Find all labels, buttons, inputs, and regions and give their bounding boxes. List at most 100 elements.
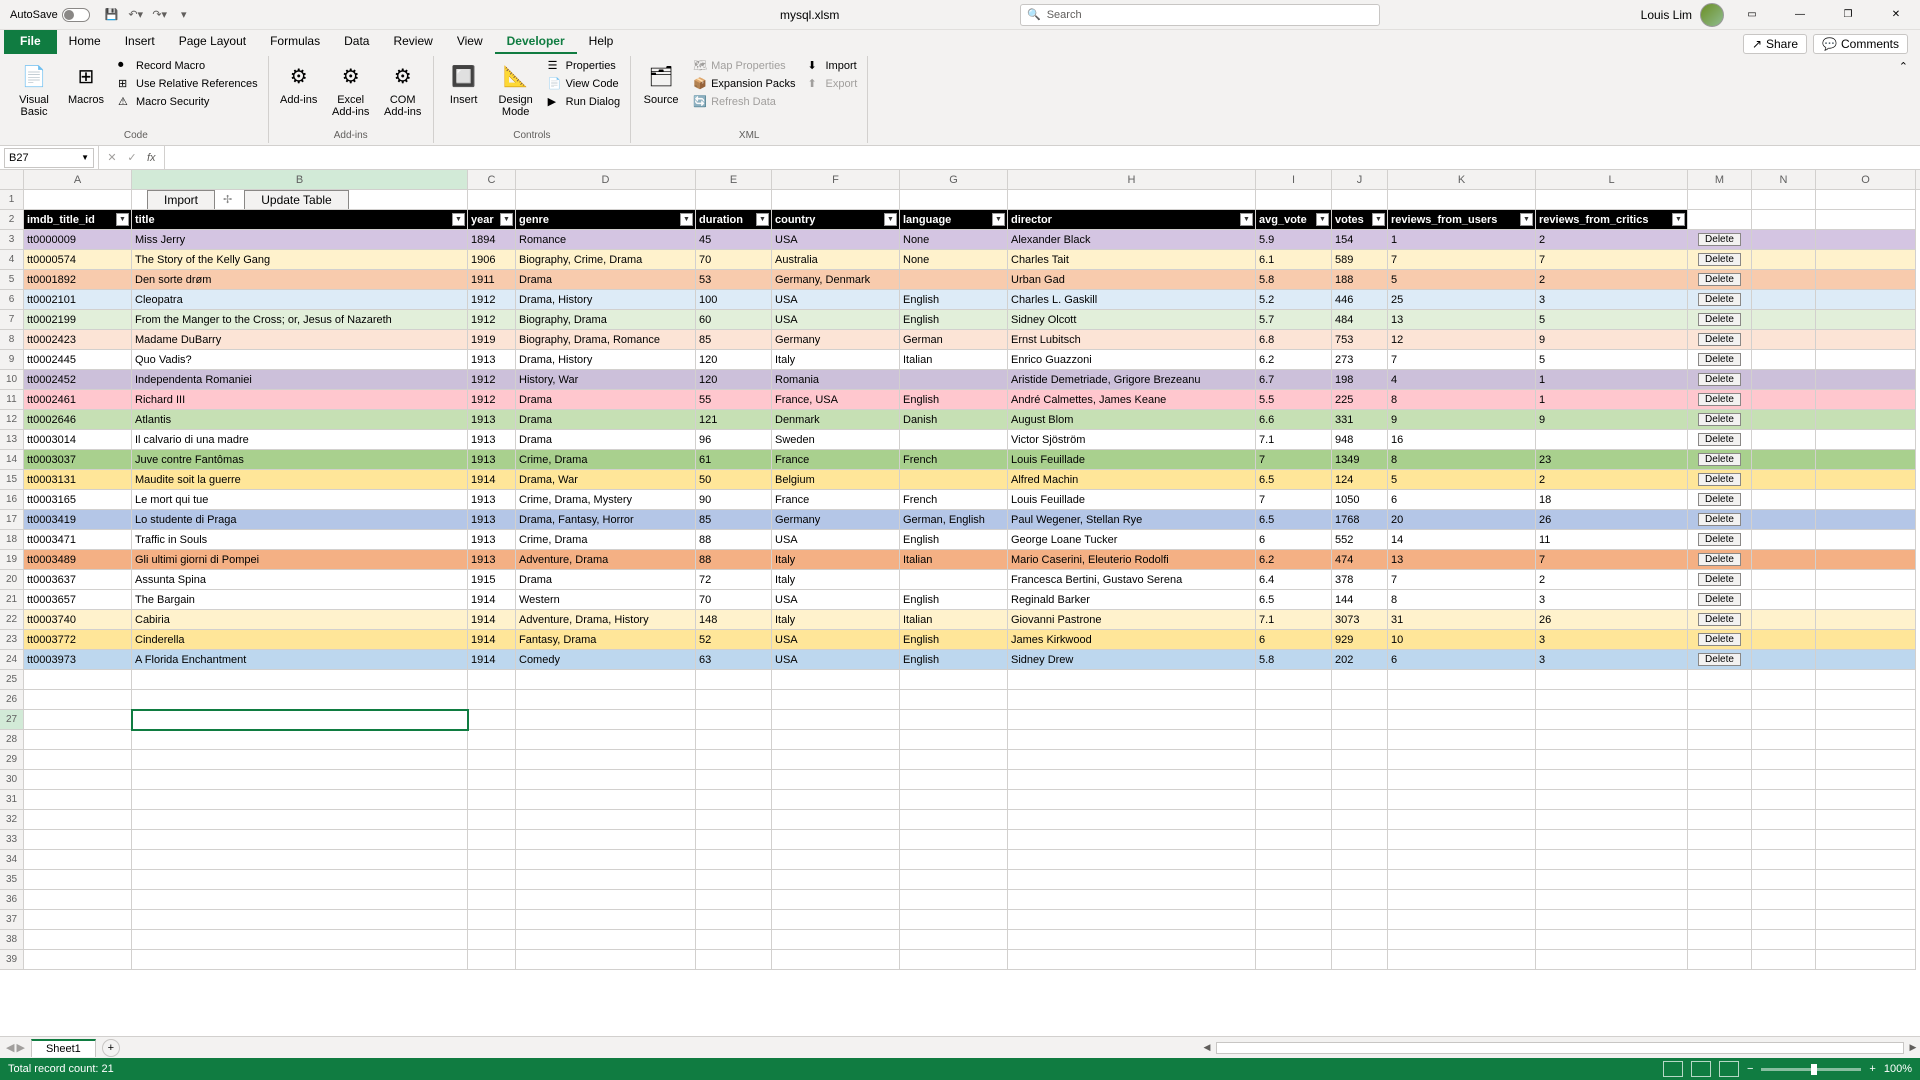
row-header[interactable]: 15 — [0, 470, 24, 490]
cell-avgvote[interactable]: 5.5 — [1256, 390, 1332, 410]
cell[interactable] — [900, 690, 1008, 710]
cell-director[interactable]: Sidney Drew — [1008, 650, 1256, 670]
cell-rfc[interactable]: 3 — [1536, 650, 1688, 670]
cell[interactable] — [1536, 910, 1688, 930]
cell[interactable] — [1688, 730, 1752, 750]
cell-avgvote[interactable]: 6 — [1256, 530, 1332, 550]
filter-icon[interactable]: ▼ — [756, 213, 769, 226]
th-country[interactable]: country▼ — [772, 210, 900, 230]
cell[interactable] — [1752, 890, 1816, 910]
cell[interactable] — [1688, 810, 1752, 830]
cell-genre[interactable]: Western — [516, 590, 696, 610]
cell[interactable] — [1536, 670, 1688, 690]
cell-id[interactable]: tt0003131 — [24, 470, 132, 490]
row-header[interactable]: 39 — [0, 950, 24, 970]
cell[interactable] — [1332, 830, 1388, 850]
undo-icon[interactable]: ↶▾ — [128, 7, 144, 23]
cell-avgvote[interactable]: 7.1 — [1256, 610, 1332, 630]
cell[interactable] — [1816, 790, 1916, 810]
cell[interactable] — [1752, 550, 1816, 570]
normal-view-icon[interactable] — [1663, 1061, 1683, 1077]
cell-rfc[interactable]: 18 — [1536, 490, 1688, 510]
cell-year[interactable]: 1913 — [468, 350, 516, 370]
cell-director[interactable]: August Blom — [1008, 410, 1256, 430]
cell[interactable] — [772, 790, 900, 810]
cell-year[interactable]: 1913 — [468, 410, 516, 430]
excel-addins-button[interactable]: ⚙Excel Add-ins — [327, 58, 375, 120]
ribbon-display-icon[interactable]: ▭ — [1732, 0, 1772, 30]
xml-source-button[interactable]: 🗂Source — [637, 58, 685, 108]
cell[interactable] — [772, 850, 900, 870]
cell[interactable] — [1752, 810, 1816, 830]
row-header[interactable]: 20 — [0, 570, 24, 590]
cell-duration[interactable]: 88 — [696, 530, 772, 550]
cell-avgvote[interactable]: 6.1 — [1256, 250, 1332, 270]
col-header-e[interactable]: E — [696, 170, 772, 189]
row-header[interactable]: 10 — [0, 370, 24, 390]
cell-delete[interactable]: Delete — [1688, 230, 1752, 250]
cell[interactable] — [1536, 690, 1688, 710]
cell[interactable] — [1008, 870, 1256, 890]
th-avgvote[interactable]: avg_vote▼ — [1256, 210, 1332, 230]
cell[interactable] — [1816, 750, 1916, 770]
cell-votes[interactable]: 198 — [1332, 370, 1388, 390]
delete-button[interactable]: Delete — [1698, 473, 1741, 486]
filter-icon[interactable]: ▼ — [1372, 213, 1385, 226]
cell[interactable] — [1752, 570, 1816, 590]
col-header-g[interactable]: G — [900, 170, 1008, 189]
cell[interactable] — [516, 770, 696, 790]
cell-delete[interactable]: Delete — [1688, 410, 1752, 430]
cell-genre[interactable]: Drama — [516, 570, 696, 590]
cell-director[interactable]: Charles Tait — [1008, 250, 1256, 270]
cell-votes[interactable]: 331 — [1332, 410, 1388, 430]
cell-rfu[interactable]: 6 — [1388, 650, 1536, 670]
cell[interactable] — [1536, 930, 1688, 950]
cell-avgvote[interactable]: 7 — [1256, 490, 1332, 510]
cell[interactable] — [772, 750, 900, 770]
cell-id[interactable]: tt0003165 — [24, 490, 132, 510]
cell-language[interactable] — [900, 370, 1008, 390]
cell-title[interactable]: From the Manger to the Cross; or, Jesus … — [132, 310, 468, 330]
cell[interactable] — [1816, 350, 1916, 370]
cell[interactable] — [468, 770, 516, 790]
cell-delete[interactable]: Delete — [1688, 450, 1752, 470]
cell-votes[interactable]: 929 — [1332, 630, 1388, 650]
cell[interactable] — [1752, 950, 1816, 970]
cell-director[interactable]: Louis Feuillade — [1008, 490, 1256, 510]
cell[interactable] — [1256, 710, 1332, 730]
cell-genre[interactable]: Drama — [516, 410, 696, 430]
delete-button[interactable]: Delete — [1698, 533, 1741, 546]
cell-year[interactable]: 1914 — [468, 610, 516, 630]
sheet-tab[interactable]: Sheet1 — [31, 1039, 96, 1057]
cell-country[interactable]: Germany — [772, 330, 900, 350]
cell[interactable] — [900, 730, 1008, 750]
cell-title[interactable]: Lo studente di Praga — [132, 510, 468, 530]
cell[interactable] — [1256, 930, 1332, 950]
cell-language[interactable]: None — [900, 230, 1008, 250]
cell[interactable] — [1536, 890, 1688, 910]
delete-button[interactable]: Delete — [1698, 553, 1741, 566]
col-header-d[interactable]: D — [516, 170, 696, 189]
cell-rfc[interactable]: 1 — [1536, 370, 1688, 390]
cell-votes[interactable]: 484 — [1332, 310, 1388, 330]
cell-duration[interactable]: 52 — [696, 630, 772, 650]
cell[interactable] — [1752, 390, 1816, 410]
th-title[interactable]: title▼ — [132, 210, 468, 230]
cell-votes[interactable]: 154 — [1332, 230, 1388, 250]
cell-rfu[interactable]: 9 — [1388, 410, 1536, 430]
row-header[interactable]: 30 — [0, 770, 24, 790]
cell[interactable] — [1536, 850, 1688, 870]
cell[interactable] — [468, 690, 516, 710]
cell-title[interactable]: Madame DuBarry — [132, 330, 468, 350]
cell-avgvote[interactable]: 5.7 — [1256, 310, 1332, 330]
cell-id[interactable]: tt0003489 — [24, 550, 132, 570]
filter-icon[interactable]: ▼ — [452, 213, 465, 226]
cell[interactable] — [1752, 670, 1816, 690]
cell[interactable] — [24, 190, 132, 210]
row-header[interactable]: 23 — [0, 630, 24, 650]
cell-genre[interactable]: Crime, Drama — [516, 450, 696, 470]
cell-delete[interactable]: Delete — [1688, 470, 1752, 490]
cell-id[interactable]: tt0000574 — [24, 250, 132, 270]
cell-genre[interactable]: Drama, History — [516, 350, 696, 370]
cell-delete[interactable]: Delete — [1688, 250, 1752, 270]
